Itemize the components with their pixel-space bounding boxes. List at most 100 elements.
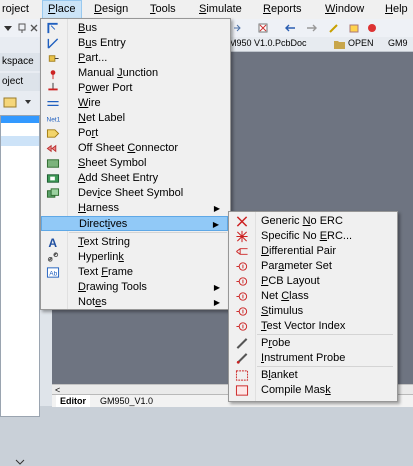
directives-menu-item[interactable]: Compile Mask: [229, 383, 395, 398]
place-menu-item-label: Wire: [78, 97, 101, 109]
directives-menu-item-label: Compile Mask: [261, 384, 331, 396]
add-sheet-entry-icon: [46, 174, 60, 183]
place-menu-item[interactable]: Device Sheet Symbol: [41, 186, 228, 201]
place-menu: Bus Bus Entry Part... Manual Junction Power …: [40, 18, 231, 310]
submenu-arrow-icon: ▶: [213, 298, 220, 307]
sheet-symbol-icon: [46, 159, 60, 168]
selected-row[interactable]: [1, 116, 39, 123]
place-menu-item[interactable]: Harness ▶: [41, 201, 228, 216]
undo-icon[interactable]: [285, 22, 297, 34]
compile-mask-icon: [235, 385, 249, 396]
place-menu-item[interactable]: Sheet Symbol: [41, 156, 228, 171]
directives-menu-item[interactable]: Probe: [229, 336, 395, 351]
chevron-down-icon[interactable]: [24, 98, 32, 106]
browse-icon[interactable]: [328, 22, 340, 34]
menu-simulate[interactable]: Simulate: [194, 0, 247, 19]
place-menu-item[interactable]: Wire: [41, 96, 228, 111]
directives-menu-item-label: Stimulus: [261, 305, 304, 317]
place-menu-item[interactable]: Add Sheet Entry: [41, 171, 228, 186]
place-menu-item[interactable]: Ab Text Frame: [41, 265, 228, 280]
directives-menu-item-label: Probe: [261, 337, 291, 349]
help-icon[interactable]: [366, 22, 378, 34]
directives-menu-item-label: Net Class: [261, 290, 309, 302]
project-tree[interactable]: [0, 115, 40, 465]
directives-menu-item[interactable]: Parameter Set: [229, 259, 395, 274]
delete-icon[interactable]: [257, 22, 269, 34]
tab-editor[interactable]: Editor: [56, 395, 90, 407]
place-menu-item-label: Harness: [78, 202, 119, 214]
project-label[interactable]: oject: [0, 73, 40, 91]
port-icon: [46, 129, 60, 138]
workspace-icon[interactable]: [3, 96, 17, 108]
place-menu-item-label: Part...: [78, 52, 108, 64]
place-menu-item[interactable]: A Text String: [41, 235, 228, 250]
menu-help[interactable]: Help: [380, 0, 413, 19]
pin-icon[interactable]: [16, 22, 28, 34]
menu-design[interactable]: Design: [89, 0, 133, 19]
directives-menu-item[interactable]: Differential Pair: [229, 244, 395, 259]
left-panel: kspace oject: [0, 37, 41, 465]
place-menu-item[interactable]: Part...: [41, 51, 228, 66]
place-menu-item-label: Text String: [78, 236, 130, 248]
submenu-arrow-icon: ▶: [212, 220, 219, 229]
place-menu-item[interactable]: Hyperlink: [41, 250, 228, 265]
submenu-arrow-icon: ▶: [213, 204, 220, 213]
differential-pair-icon: [236, 248, 248, 255]
menu-bar: roject Place Design Tools Simulate Repor…: [0, 0, 413, 20]
directives-menu-item[interactable]: Net Class: [229, 289, 395, 304]
workspace-label[interactable]: kspace: [0, 53, 40, 71]
place-menu-item-label: Off Sheet Connector: [78, 142, 179, 154]
place-menu-item[interactable]: Bus Entry: [41, 36, 228, 51]
menu-tools[interactable]: Tools: [145, 0, 181, 19]
place-menu-item-label: Directives: [79, 218, 128, 230]
parameter-set-icon: [236, 262, 248, 271]
redo-icon[interactable]: [305, 22, 317, 34]
directives-menu-item[interactable]: Blanket: [229, 368, 395, 383]
directives-menu-item-label: Parameter Set: [261, 260, 332, 272]
menu-window[interactable]: Window: [320, 0, 369, 19]
document-name[interactable]: GM950 V1.0.PcbDoc: [222, 38, 307, 48]
directives-menu-item[interactable]: Test Vector Index: [229, 319, 395, 334]
directives-menu-item-label: PCB Layout: [261, 275, 320, 287]
place-menu-item-label: Notes: [78, 296, 107, 308]
place-menu-item[interactable]: Manual Junction: [41, 66, 228, 81]
directives-menu-item[interactable]: Specific No ERC...: [229, 229, 395, 244]
pcb-layout-icon: [236, 277, 248, 286]
place-menu-item-label: Net Label: [78, 112, 126, 124]
gm-label[interactable]: GM9: [388, 38, 408, 48]
directives-menu-item[interactable]: Generic No ERC: [229, 214, 395, 229]
place-menu-item-label: Drawing Tools: [78, 281, 147, 293]
power-port-icon: [48, 82, 58, 91]
place-menu-item[interactable]: Bus: [41, 21, 228, 36]
tab-document[interactable]: GM950_V1.0: [96, 395, 157, 407]
part-icon: [48, 55, 59, 62]
place-menu-item[interactable]: Port: [41, 126, 228, 141]
open-label[interactable]: OPEN: [348, 38, 374, 48]
menu-project[interactable]: roject: [0, 0, 34, 19]
submenu-arrow-icon: ▶: [213, 283, 220, 292]
directives-menu-item[interactable]: PCB Layout: [229, 274, 395, 289]
close-icon[interactable]: [28, 22, 40, 34]
tree-row[interactable]: [1, 136, 39, 146]
place-menu-item[interactable]: Notes ▶: [41, 295, 228, 310]
place-menu-item[interactable]: Power Port: [41, 81, 228, 96]
place-menu-item[interactable]: Net1 Net Label: [41, 111, 228, 126]
place-menu-item-label: Bus Entry: [78, 37, 126, 49]
directives-menu-item[interactable]: Instrument Probe: [229, 351, 395, 366]
dropdown-arrow-icon[interactable]: [2, 22, 14, 34]
menu-reports[interactable]: Reports: [258, 0, 307, 19]
directives-menu-item[interactable]: Stimulus: [229, 304, 395, 319]
bus-entry-icon: [47, 38, 59, 49]
test-vector-index-icon: [236, 322, 248, 331]
scroll-down-icon[interactable]: [15, 458, 25, 466]
place-menu-item[interactable]: Drawing Tools ▶: [41, 280, 228, 295]
place-menu-item[interactable]: Off Sheet Connector: [41, 141, 228, 156]
place-menu-item[interactable]: Directives ▶: [41, 216, 228, 231]
svg-text:Net1: Net1: [47, 116, 61, 123]
text-frame-icon: Ab: [46, 267, 60, 278]
run-icon[interactable]: [348, 22, 360, 34]
menu-place[interactable]: Place: [42, 0, 82, 19]
snap-icon[interactable]: [232, 22, 244, 34]
directives-submenu: Generic No ERC Specific No ERC... Differen…: [228, 211, 398, 402]
manual-junction-icon: [50, 70, 56, 80]
